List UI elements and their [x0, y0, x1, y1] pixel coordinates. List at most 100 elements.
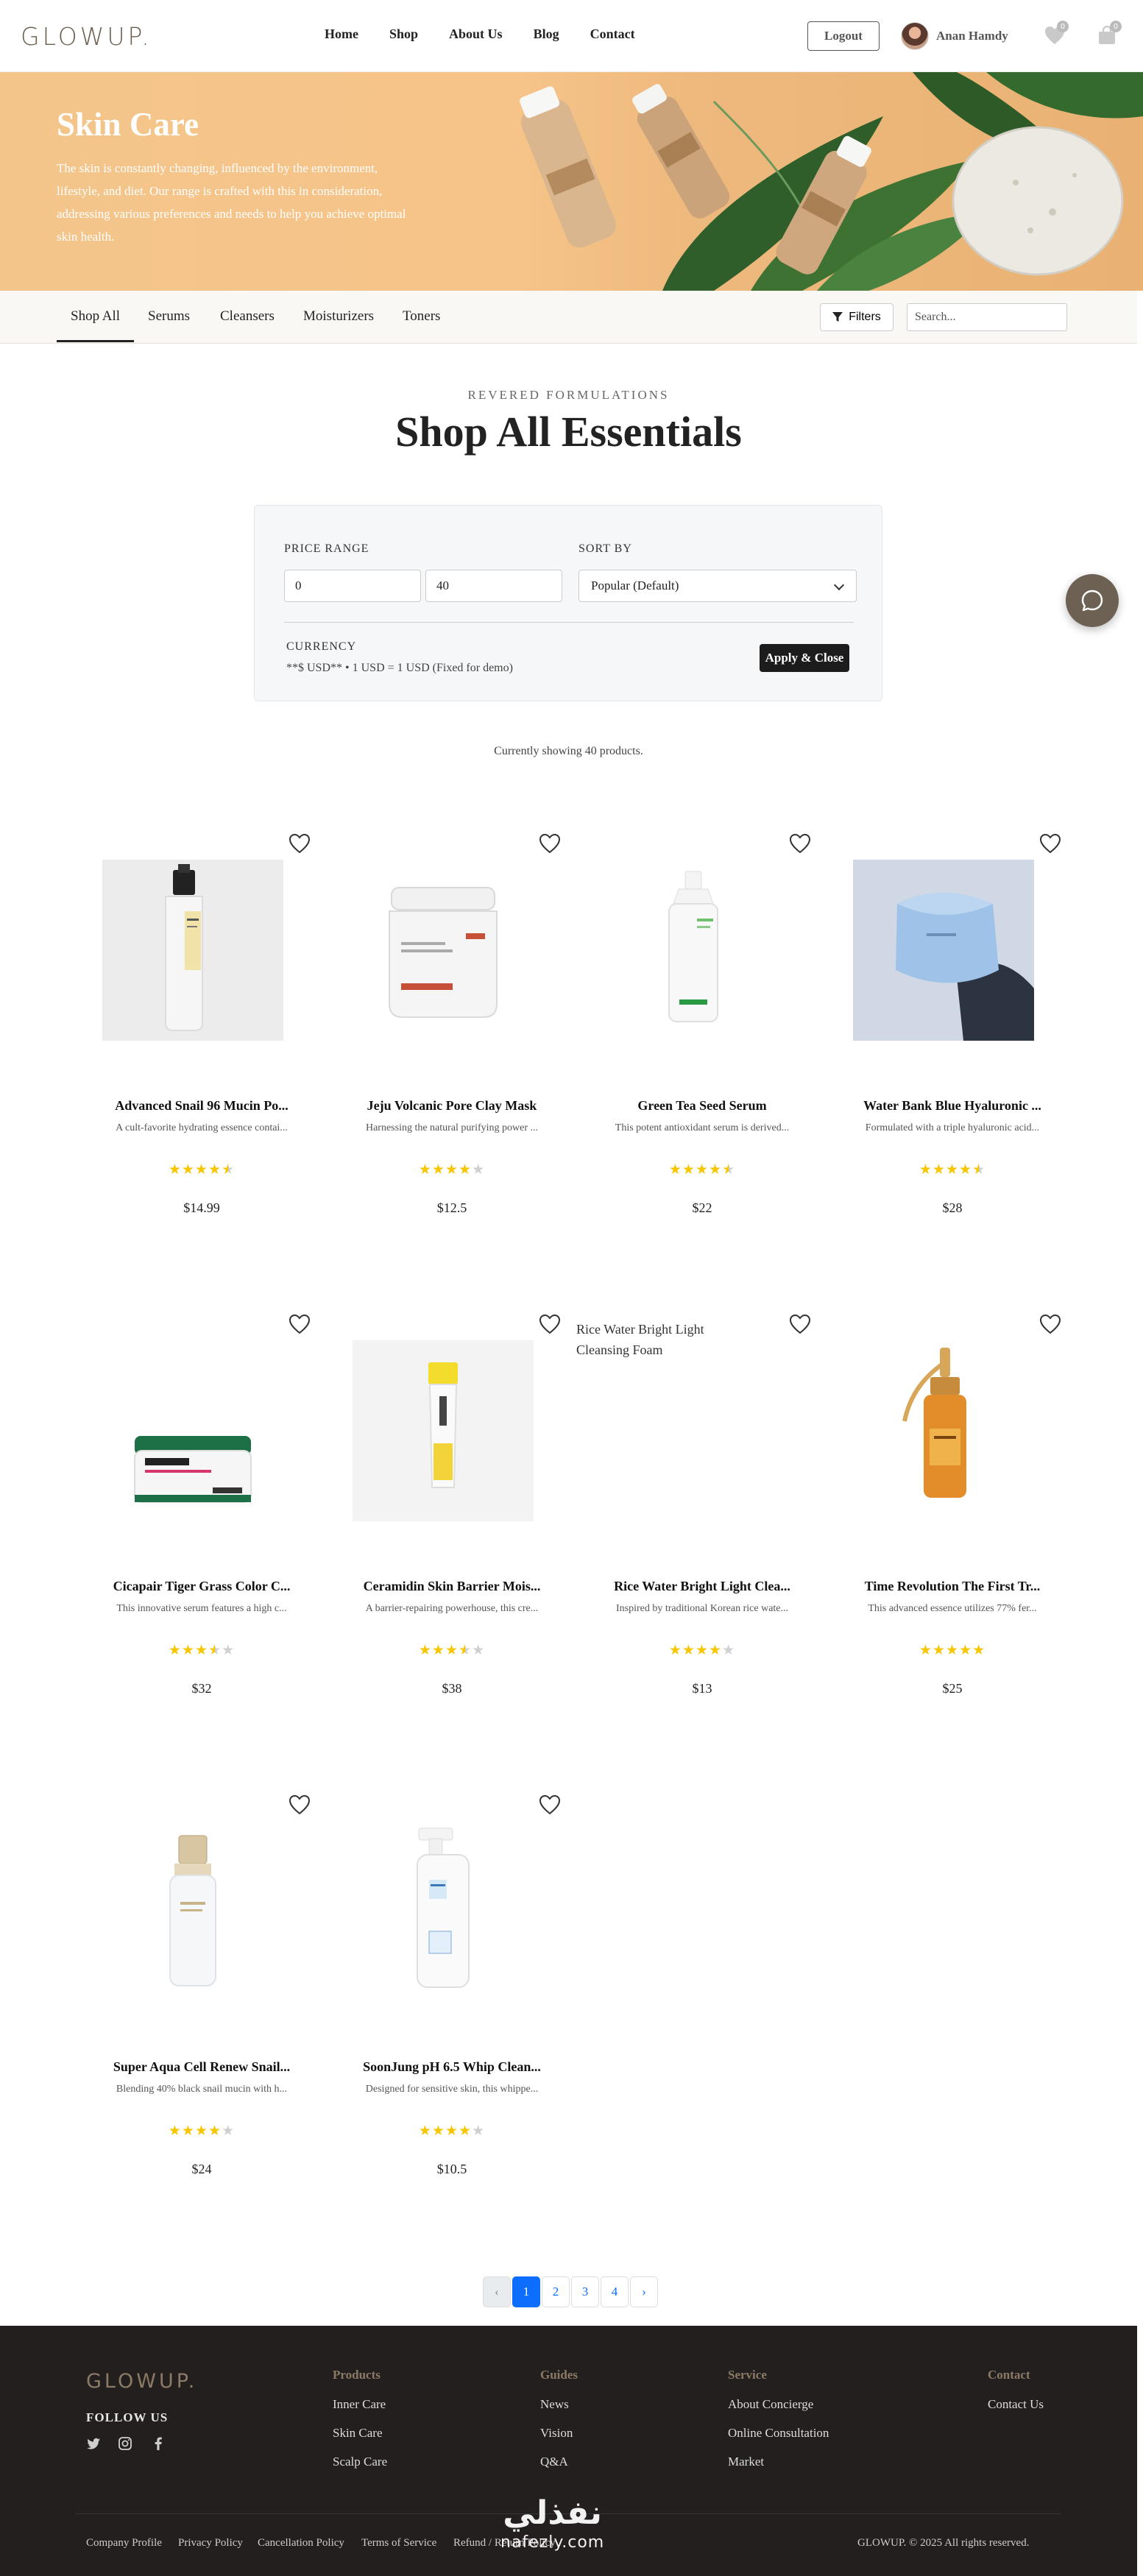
footer-link-qa[interactable]: Q&A: [540, 2455, 568, 2469]
product-card[interactable]: Advanced Snail 96 Mucin Po... A cult-favo…: [76, 832, 328, 1274]
product-card[interactable]: Ceramidin Skin Barrier Mois... A barrier-…: [326, 1313, 578, 1755]
footer-link-scalp-care[interactable]: Scalp Care: [333, 2455, 387, 2469]
broken-image-alt-text: Rice Water Bright Light Cleansing Foam: [576, 1322, 704, 1357]
wishlist-heart-icon[interactable]: [288, 832, 311, 856]
product-image[interactable]: [603, 860, 784, 1041]
facebook-icon[interactable]: [151, 2436, 166, 2451]
user-menu[interactable]: Anan Hamdy: [901, 22, 1008, 50]
product-image[interactable]: [353, 1340, 534, 1521]
product-name[interactable]: Water Bank Blue Hyaluronic ...: [827, 1098, 1078, 1114]
wishlist-icon[interactable]: 0: [1044, 21, 1069, 46]
tab-toners[interactable]: Toners: [403, 308, 440, 325]
wishlist-heart-icon[interactable]: [538, 1794, 562, 1817]
footer-link-cancellation-policy[interactable]: Cancellation Policy: [258, 2537, 344, 2550]
product-image[interactable]: [853, 1340, 1034, 1521]
logout-button[interactable]: Logout: [807, 21, 880, 51]
pagination-page-4[interactable]: 4: [601, 2276, 629, 2307]
footer-link-news[interactable]: News: [540, 2397, 569, 2412]
product-card[interactable]: Time Revolution The First Tr... This adva…: [827, 1313, 1078, 1755]
footer-link-contact-us[interactable]: Contact Us: [988, 2397, 1044, 2412]
star-icon: ★: [682, 1642, 696, 1658]
product-image[interactable]: [353, 860, 534, 1041]
nav-about[interactable]: About Us: [449, 26, 503, 42]
footer-link-company-profile[interactable]: Company Profile: [86, 2537, 162, 2550]
wishlist-heart-icon[interactable]: [788, 832, 812, 856]
footer-link-about-concierge[interactable]: About Concierge: [728, 2397, 813, 2412]
product-image[interactable]: [353, 1821, 534, 2002]
price-min-input[interactable]: [284, 570, 421, 602]
active-tab-indicator: [57, 340, 134, 342]
product-image[interactable]: [853, 860, 1034, 1041]
tab-cleansers[interactable]: Cleansers: [220, 308, 275, 325]
footer-link-online-consultation[interactable]: Online Consultation: [728, 2426, 829, 2441]
pagination-page-3[interactable]: 3: [571, 2276, 599, 2307]
product-price: $14.99: [183, 1200, 220, 1215]
star-icon: ★: [445, 1642, 459, 1658]
avatar: [901, 22, 929, 50]
product-image[interactable]: [102, 1340, 283, 1521]
product-name[interactable]: Green Tea Seed Serum: [576, 1098, 828, 1114]
watermark-arabic: نفذلي: [503, 2494, 602, 2532]
product-name[interactable]: Advanced Snail 96 Mucin Po...: [76, 1098, 328, 1114]
product-image[interactable]: [102, 1821, 283, 2002]
product-image[interactable]: Rice Water Bright Light Cleansing Foam: [576, 1319, 757, 1500]
product-card[interactable]: Super Aqua Cell Renew Snail... Blending 4…: [76, 1794, 328, 2235]
nav-shop[interactable]: Shop: [389, 26, 418, 42]
tab-moisturizers[interactable]: Moisturizers: [303, 308, 374, 325]
wishlist-heart-icon[interactable]: [288, 1313, 311, 1337]
nav-contact[interactable]: Contact: [590, 26, 635, 42]
sort-select-value: Popular (Default): [591, 578, 679, 592]
cart-icon[interactable]: 0: [1097, 21, 1122, 46]
product-name[interactable]: Ceramidin Skin Barrier Mois...: [326, 1579, 578, 1594]
wishlist-heart-icon[interactable]: [1038, 1313, 1062, 1337]
tab-shop-all[interactable]: Shop All: [71, 308, 120, 325]
watermark-latin: nafezly.com: [500, 2533, 605, 2552]
product-card[interactable]: SoonJung pH 6.5 Whip Clean... Designed fo…: [326, 1794, 578, 2235]
hero-description: The skin is constantly changing, influen…: [57, 161, 406, 244]
product-card[interactable]: Water Bank Blue Hyaluronic ... Formulated…: [827, 832, 1078, 1274]
filters-button[interactable]: Filters: [820, 303, 893, 331]
footer-link-vision[interactable]: Vision: [540, 2426, 573, 2441]
follow-us-heading: FOLLOW US: [86, 2410, 169, 2424]
nav-blog[interactable]: Blog: [534, 26, 559, 42]
twitter-icon[interactable]: [86, 2436, 101, 2451]
product-card[interactable]: Jeju Volcanic Pore Clay Mask Harnessing t…: [326, 832, 578, 1274]
instagram-icon[interactable]: [118, 2436, 132, 2451]
price-max-input[interactable]: [425, 570, 562, 602]
sort-select[interactable]: Popular (Default): [578, 570, 857, 602]
product-name[interactable]: Jeju Volcanic Pore Clay Mask: [326, 1098, 578, 1114]
product-name[interactable]: Super Aqua Cell Renew Snail...: [76, 2059, 328, 2075]
product-card[interactable]: Cicapair Tiger Grass Color C... This inno…: [76, 1313, 328, 1755]
wishlist-heart-icon[interactable]: [538, 832, 562, 856]
wishlist-heart-icon[interactable]: [1038, 832, 1062, 856]
pagination-next[interactable]: ›: [630, 2276, 658, 2307]
product-image[interactable]: [102, 860, 283, 1041]
product-name[interactable]: Time Revolution The First Tr...: [827, 1579, 1078, 1594]
footer-products-heading: Products: [333, 2368, 381, 2382]
nav-home[interactable]: Home: [325, 26, 358, 42]
footer-link-privacy-policy[interactable]: Privacy Policy: [178, 2537, 243, 2550]
pagination-page-2[interactable]: 2: [542, 2276, 570, 2307]
product-card[interactable]: Rice Water Bright Light Cleansing Foam Ri…: [576, 1313, 828, 1755]
star-icon: ★: [208, 1161, 222, 1178]
wishlist-heart-icon[interactable]: [538, 1313, 562, 1337]
search-input[interactable]: [907, 303, 1067, 331]
footer-link-market[interactable]: Market: [728, 2455, 764, 2469]
apply-close-button[interactable]: Apply & Close: [760, 644, 849, 672]
wishlist-heart-icon[interactable]: [288, 1794, 311, 1817]
brand-logo[interactable]: GLOWUP.: [21, 22, 152, 51]
tab-serums[interactable]: Serums: [148, 308, 190, 325]
product-name[interactable]: SoonJung pH 6.5 Whip Clean...: [326, 2059, 578, 2075]
pagination-page-1[interactable]: 1: [512, 2276, 540, 2307]
footer-logo[interactable]: GLOWUP.: [86, 2370, 197, 2393]
footer-link-skin-care[interactable]: Skin Care: [333, 2426, 383, 2441]
pagination-prev[interactable]: ‹: [483, 2276, 511, 2307]
product-card[interactable]: Green Tea Seed Serum This potent antioxid…: [576, 832, 828, 1274]
wishlist-heart-icon[interactable]: [788, 1313, 812, 1337]
footer-link-terms[interactable]: Terms of Service: [361, 2537, 436, 2550]
product-name[interactable]: Cicapair Tiger Grass Color C...: [76, 1579, 328, 1594]
footer-link-inner-care[interactable]: Inner Care: [333, 2397, 386, 2412]
product-name[interactable]: Rice Water Bright Light Clea...: [576, 1579, 828, 1594]
chat-button[interactable]: [1066, 574, 1119, 627]
footer-guides-heading: Guides: [540, 2368, 578, 2382]
